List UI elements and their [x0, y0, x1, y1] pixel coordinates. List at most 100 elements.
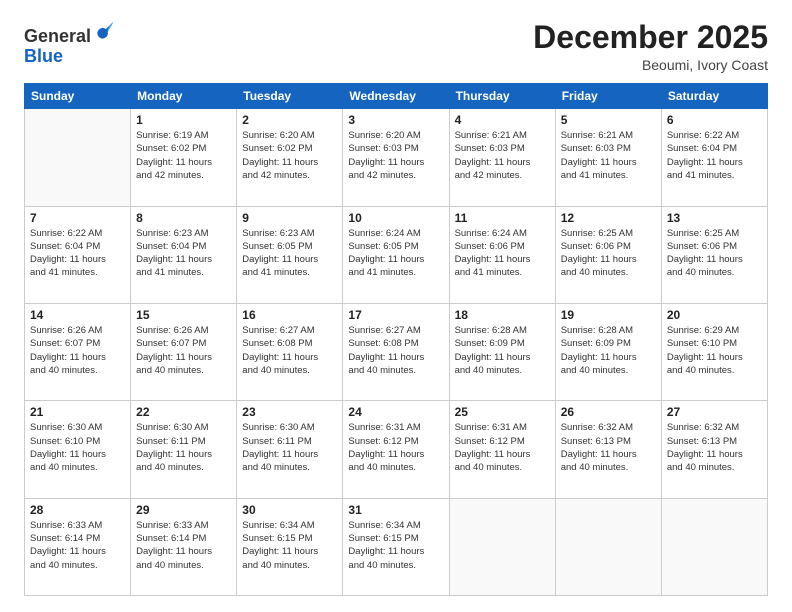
calendar-cell: 3Sunrise: 6:20 AM Sunset: 6:03 PM Daylig…	[343, 109, 449, 206]
day-info: Sunrise: 6:24 AM Sunset: 6:06 PM Dayligh…	[455, 227, 550, 280]
day-info: Sunrise: 6:34 AM Sunset: 6:15 PM Dayligh…	[348, 519, 443, 572]
logo-bird-icon	[93, 20, 115, 42]
day-number: 18	[455, 308, 550, 322]
day-number: 2	[242, 113, 337, 127]
day-info: Sunrise: 6:21 AM Sunset: 6:03 PM Dayligh…	[455, 129, 550, 182]
day-info: Sunrise: 6:28 AM Sunset: 6:09 PM Dayligh…	[561, 324, 656, 377]
day-header-monday: Monday	[131, 84, 237, 109]
calendar-cell: 2 Sunrise: 6:20 AM Sunset: 6:02 PM Daylig…	[237, 109, 343, 206]
location: Beoumi, Ivory Coast	[533, 57, 768, 73]
day-info: Sunrise: 6:32 AM Sunset: 6:13 PM Dayligh…	[667, 421, 762, 474]
week-row-5: 28 Sunrise: 6:33 AM Sunset: 6:14 PM Dayli…	[25, 498, 768, 595]
day-info: Sunrise: 6:30 AM Sunset: 6:10 PM Dayligh…	[30, 421, 125, 474]
day-number: 3	[348, 113, 443, 127]
day-number: 31	[348, 503, 443, 517]
calendar-cell: 20Sunrise: 6:29 AM Sunset: 6:10 PM Dayli…	[661, 303, 767, 400]
day-number: 19	[561, 308, 656, 322]
day-info: Sunrise: 6:22 AM Sunset: 6:04 PM Dayligh…	[30, 227, 125, 280]
day-info: Sunrise: 6:27 AM Sunset: 6:08 PM Dayligh…	[348, 324, 443, 377]
day-number: 28	[30, 503, 125, 517]
calendar-cell: 6Sunrise: 6:22 AM Sunset: 6:04 PM Daylig…	[661, 109, 767, 206]
day-number: 4	[455, 113, 550, 127]
header-row: SundayMondayTuesdayWednesdayThursdayFrid…	[25, 84, 768, 109]
calendar-cell: 12Sunrise: 6:25 AM Sunset: 6:06 PM Dayli…	[555, 206, 661, 303]
day-header-friday: Friday	[555, 84, 661, 109]
day-info: Sunrise: 6:30 AM Sunset: 6:11 PM Dayligh…	[242, 421, 337, 474]
day-number: 5	[561, 113, 656, 127]
calendar-cell: 24 Sunrise: 6:31 AM Sunset: 6:12 PM Dayli…	[343, 401, 449, 498]
day-info: Sunrise: 6:33 AM Sunset: 6:14 PM Dayligh…	[136, 519, 231, 572]
calendar-cell: 8Sunrise: 6:23 AM Sunset: 6:04 PM Daylig…	[131, 206, 237, 303]
calendar-cell: 7Sunrise: 6:22 AM Sunset: 6:04 PM Daylig…	[25, 206, 131, 303]
calendar-cell: 1 Sunrise: 6:19 AM Sunset: 6:02 PM Daylig…	[131, 109, 237, 206]
calendar-cell: 4 Sunrise: 6:21 AM Sunset: 6:03 PM Daylig…	[449, 109, 555, 206]
calendar-cell: 11 Sunrise: 6:24 AM Sunset: 6:06 PM Dayli…	[449, 206, 555, 303]
calendar-cell: 17 Sunrise: 6:27 AM Sunset: 6:08 PM Dayli…	[343, 303, 449, 400]
day-header-sunday: Sunday	[25, 84, 131, 109]
calendar-cell: 29 Sunrise: 6:33 AM Sunset: 6:14 PM Dayli…	[131, 498, 237, 595]
day-info: Sunrise: 6:23 AM Sunset: 6:05 PM Dayligh…	[242, 227, 337, 280]
logo-blue-text: Blue	[24, 46, 63, 66]
day-info: Sunrise: 6:33 AM Sunset: 6:14 PM Dayligh…	[30, 519, 125, 572]
header: General Blue December 2025 Beoumi, Ivory…	[24, 20, 768, 73]
day-number: 13	[667, 211, 762, 225]
day-number: 23	[242, 405, 337, 419]
day-number: 22	[136, 405, 231, 419]
day-number: 29	[136, 503, 231, 517]
day-number: 20	[667, 308, 762, 322]
day-header-thursday: Thursday	[449, 84, 555, 109]
calendar-cell: 15 Sunrise: 6:26 AM Sunset: 6:07 PM Dayli…	[131, 303, 237, 400]
day-info: Sunrise: 6:27 AM Sunset: 6:08 PM Dayligh…	[242, 324, 337, 377]
day-number: 17	[348, 308, 443, 322]
logo: General Blue	[24, 24, 115, 67]
day-info: Sunrise: 6:19 AM Sunset: 6:02 PM Dayligh…	[136, 129, 231, 182]
page: General Blue December 2025 Beoumi, Ivory…	[0, 0, 792, 612]
day-number: 10	[348, 211, 443, 225]
day-info: Sunrise: 6:31 AM Sunset: 6:12 PM Dayligh…	[348, 421, 443, 474]
calendar-cell: 16 Sunrise: 6:27 AM Sunset: 6:08 PM Dayli…	[237, 303, 343, 400]
calendar-cell: 31 Sunrise: 6:34 AM Sunset: 6:15 PM Dayli…	[343, 498, 449, 595]
day-number: 16	[242, 308, 337, 322]
calendar-cell: 14Sunrise: 6:26 AM Sunset: 6:07 PM Dayli…	[25, 303, 131, 400]
day-number: 6	[667, 113, 762, 127]
day-number: 11	[455, 211, 550, 225]
day-info: Sunrise: 6:31 AM Sunset: 6:12 PM Dayligh…	[455, 421, 550, 474]
day-info: Sunrise: 6:25 AM Sunset: 6:06 PM Dayligh…	[667, 227, 762, 280]
logo-general-text: General	[24, 26, 91, 46]
day-info: Sunrise: 6:32 AM Sunset: 6:13 PM Dayligh…	[561, 421, 656, 474]
calendar-cell: 25 Sunrise: 6:31 AM Sunset: 6:12 PM Dayli…	[449, 401, 555, 498]
calendar-cell: 23 Sunrise: 6:30 AM Sunset: 6:11 PM Dayli…	[237, 401, 343, 498]
day-info: Sunrise: 6:30 AM Sunset: 6:11 PM Dayligh…	[136, 421, 231, 474]
calendar-cell: 27 Sunrise: 6:32 AM Sunset: 6:13 PM Dayli…	[661, 401, 767, 498]
day-number: 27	[667, 405, 762, 419]
title-block: December 2025 Beoumi, Ivory Coast	[533, 20, 768, 73]
calendar-cell: 5 Sunrise: 6:21 AM Sunset: 6:03 PM Daylig…	[555, 109, 661, 206]
day-info: Sunrise: 6:20 AM Sunset: 6:02 PM Dayligh…	[242, 129, 337, 182]
day-number: 15	[136, 308, 231, 322]
calendar-cell	[555, 498, 661, 595]
week-row-2: 7Sunrise: 6:22 AM Sunset: 6:04 PM Daylig…	[25, 206, 768, 303]
day-number: 25	[455, 405, 550, 419]
day-info: Sunrise: 6:24 AM Sunset: 6:05 PM Dayligh…	[348, 227, 443, 280]
day-info: Sunrise: 6:26 AM Sunset: 6:07 PM Dayligh…	[136, 324, 231, 377]
day-info: Sunrise: 6:21 AM Sunset: 6:03 PM Dayligh…	[561, 129, 656, 182]
day-number: 26	[561, 405, 656, 419]
calendar-cell	[25, 109, 131, 206]
calendar-cell: 21Sunrise: 6:30 AM Sunset: 6:10 PM Dayli…	[25, 401, 131, 498]
calendar-cell: 10 Sunrise: 6:24 AM Sunset: 6:05 PM Dayli…	[343, 206, 449, 303]
week-row-3: 14Sunrise: 6:26 AM Sunset: 6:07 PM Dayli…	[25, 303, 768, 400]
day-info: Sunrise: 6:25 AM Sunset: 6:06 PM Dayligh…	[561, 227, 656, 280]
day-number: 30	[242, 503, 337, 517]
day-header-saturday: Saturday	[661, 84, 767, 109]
calendar-cell	[661, 498, 767, 595]
day-number: 24	[348, 405, 443, 419]
day-header-wednesday: Wednesday	[343, 84, 449, 109]
calendar-cell: 19 Sunrise: 6:28 AM Sunset: 6:09 PM Dayli…	[555, 303, 661, 400]
month-title: December 2025	[533, 20, 768, 55]
day-info: Sunrise: 6:34 AM Sunset: 6:15 PM Dayligh…	[242, 519, 337, 572]
calendar-cell: 28 Sunrise: 6:33 AM Sunset: 6:14 PM Dayli…	[25, 498, 131, 595]
day-number: 1	[136, 113, 231, 127]
calendar-cell: 9Sunrise: 6:23 AM Sunset: 6:05 PM Daylig…	[237, 206, 343, 303]
calendar-cell: 18Sunrise: 6:28 AM Sunset: 6:09 PM Dayli…	[449, 303, 555, 400]
calendar-cell: 30 Sunrise: 6:34 AM Sunset: 6:15 PM Dayli…	[237, 498, 343, 595]
